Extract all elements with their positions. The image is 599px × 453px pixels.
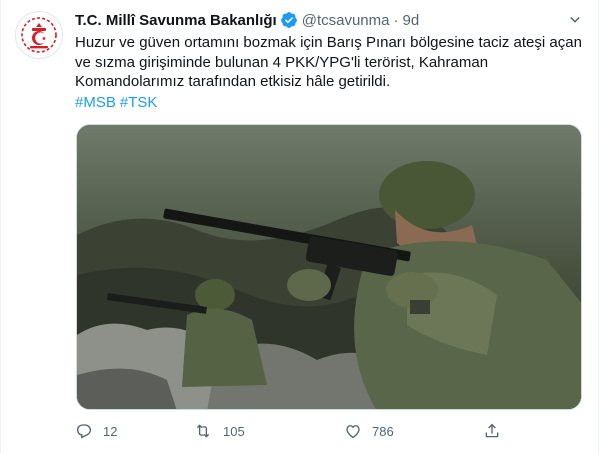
share-button[interactable] (483, 422, 511, 440)
share-icon (485, 423, 499, 438)
more-button[interactable] (564, 10, 586, 30)
hashtags: #MSB #TSK (75, 93, 161, 113)
like-button[interactable]: 786 (344, 422, 394, 440)
reply-count: 12 (103, 423, 118, 439)
author-name[interactable]: T.C. Millî Savunma Bakanlığı (75, 12, 277, 29)
tweet-header: T.C. Millî Savunma Bakanlığı @tcsavunma … (75, 10, 588, 30)
separator-dot: · (393, 11, 399, 29)
retweet-count: 105 (223, 423, 245, 439)
retweet-button[interactable]: 105 (193, 422, 245, 440)
tweet-actions: 12 105 786 (75, 422, 505, 444)
tweet-text-line: ve sızma girişiminde bulunan 4 PKK/YPG'l… (75, 53, 489, 71)
tweet-photo[interactable] (76, 124, 582, 410)
verified-badge-icon (280, 11, 298, 29)
like-count: 786 (372, 423, 394, 439)
tweet-card[interactable]: T.C. Millî Savunma Bakanlığı @tcsavunma … (0, 0, 599, 453)
more-icon (570, 17, 580, 23)
hashtag-link[interactable]: #TSK (120, 94, 158, 111)
tweet-text: Huzur ve güven ortamını bozmak için Barı… (75, 33, 585, 92)
ministry-logo-icon (21, 17, 57, 53)
reply-button[interactable]: 12 (75, 422, 117, 440)
avatar[interactable] (15, 11, 63, 59)
soldiers-photo (77, 125, 581, 409)
hashtag-link[interactable]: #MSB (75, 94, 116, 111)
reply-icon (76, 424, 92, 439)
tweet-time[interactable]: 9d (402, 12, 419, 29)
author-handle[interactable]: @tcsavunma (302, 12, 390, 29)
like-icon (346, 425, 360, 439)
tweet-text-line: Huzur ve güven ortamını bozmak için Barı… (75, 34, 582, 51)
retweet-icon (196, 424, 210, 438)
tweet-text-line: Komandolarımız tarafından etkisiz hâle g… (75, 73, 391, 90)
